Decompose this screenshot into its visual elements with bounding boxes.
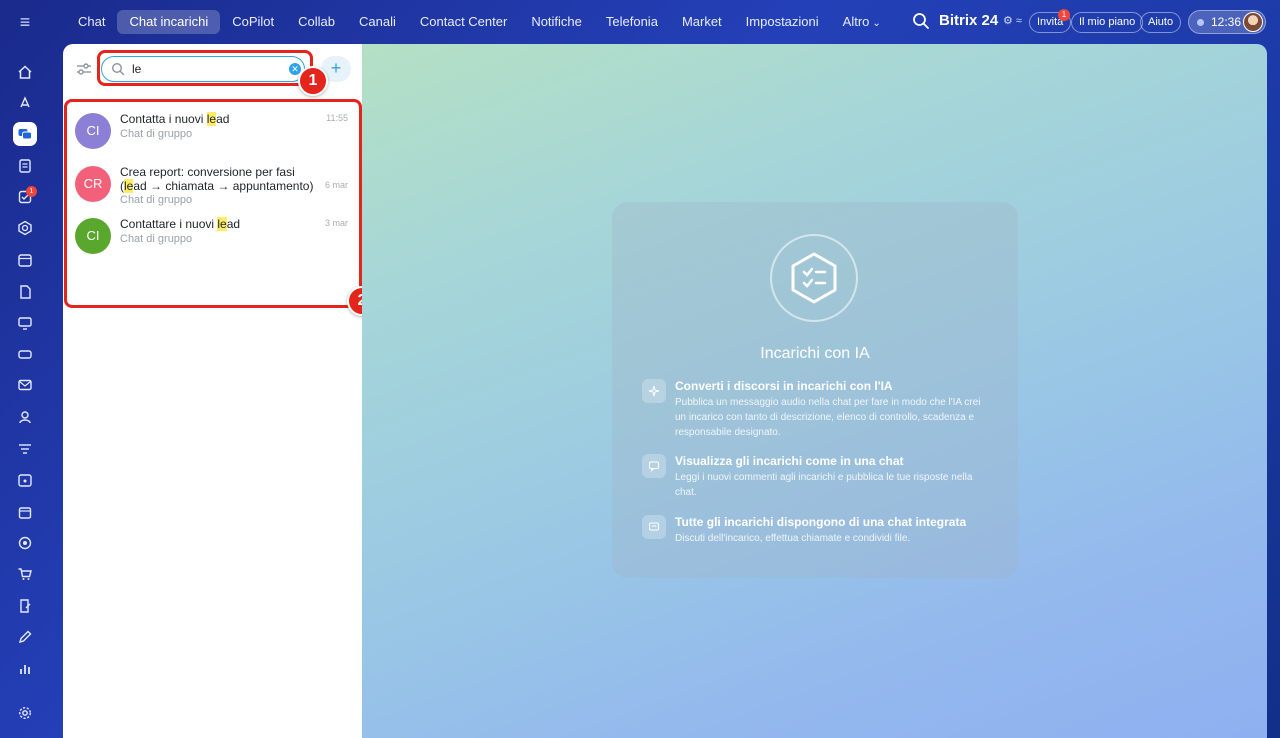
menu-icon[interactable]: ≡ xyxy=(14,12,36,32)
contacts-icon[interactable] xyxy=(13,405,37,429)
search-icon[interactable] xyxy=(912,12,930,30)
filter-sliders-icon[interactable] xyxy=(75,60,93,78)
nav-notifiche[interactable]: Notifiche xyxy=(519,10,594,34)
brand-logo[interactable]: Bitrix 24 xyxy=(939,12,998,29)
clock-widget[interactable]: 12:36 xyxy=(1188,10,1266,34)
clock-status-icon xyxy=(1197,19,1204,26)
main-nav: Chat Chat incarichi CoPilot Collab Canal… xyxy=(66,10,893,34)
target-icon[interactable] xyxy=(13,531,37,555)
chat-icon[interactable] xyxy=(13,122,37,146)
nav-copilot[interactable]: CoPilot xyxy=(220,10,286,34)
my-plan-button[interactable]: Il mio piano xyxy=(1071,12,1144,33)
nav-contact-center[interactable]: Contact Center xyxy=(408,10,519,34)
crm-icon[interactable] xyxy=(13,311,37,335)
task-checklist-icon xyxy=(791,252,837,304)
help-button[interactable]: Aiuto xyxy=(1140,12,1182,33)
document-icon[interactable] xyxy=(13,280,37,304)
ai-tasks-illustration xyxy=(770,234,858,322)
nav-canali[interactable]: Canali xyxy=(347,10,408,34)
filter-icon[interactable] xyxy=(13,437,37,461)
hexagon-icon[interactable] xyxy=(13,216,37,240)
pen-icon[interactable] xyxy=(13,625,37,649)
nav-collab[interactable]: Collab xyxy=(286,10,347,34)
left-sidebar: 1 xyxy=(0,44,50,738)
rocket-icon[interactable] xyxy=(13,91,37,115)
nav-impostazioni[interactable]: Impostazioni xyxy=(734,10,831,34)
analytics-icon[interactable] xyxy=(13,657,37,681)
feature-description: Discuti dell'incarico, effettua chiamate… xyxy=(675,533,911,544)
chevron-down-icon: ⌄ xyxy=(872,18,881,29)
nav-chat[interactable]: Chat xyxy=(66,10,117,34)
ai-tasks-card: Incarichi con IA Converti i discorsi in … xyxy=(612,202,1018,578)
mail-icon[interactable] xyxy=(13,373,37,397)
nav-market[interactable]: Market xyxy=(670,10,734,34)
comment-icon xyxy=(642,515,666,539)
calendar-icon[interactable] xyxy=(13,248,37,272)
feature-title: Visualizza gli incarichi come in una cha… xyxy=(675,454,904,468)
feature-title: Converti i discorsi in incarichi con l'I… xyxy=(675,379,893,393)
nav-more-label: Altro xyxy=(842,14,870,29)
brand-settings-icon[interactable]: ⚙ ≈ xyxy=(1003,14,1022,27)
tasks-badge: 1 xyxy=(26,186,37,197)
annotation-box-search xyxy=(97,50,313,86)
chat-bubble-icon xyxy=(642,454,666,478)
feed-icon[interactable] xyxy=(13,154,37,178)
annotation-marker: 1 xyxy=(298,66,328,96)
sparkle-icon xyxy=(642,379,666,403)
user-avatar[interactable] xyxy=(1243,12,1263,32)
cart-icon[interactable] xyxy=(13,562,37,586)
nav-more[interactable]: Altro ⌄ xyxy=(831,10,893,34)
clock-time: 12:36 xyxy=(1211,15,1242,29)
nav-telefonia[interactable]: Telefonia xyxy=(594,10,670,34)
sign-icon[interactable] xyxy=(13,594,37,618)
card-title: Incarichi con IA xyxy=(760,345,870,362)
feature-description: Pubblica un messaggio audio nella chat p… xyxy=(675,397,981,438)
feature-title: Tutte gli incarichi dispongono di una ch… xyxy=(675,515,967,529)
invite-badge: 1 xyxy=(1058,9,1070,21)
schedule-icon[interactable] xyxy=(13,468,37,492)
top-bar: ≡ Chat Chat incarichi CoPilot Collab Can… xyxy=(0,0,1280,44)
settings-icon[interactable] xyxy=(13,701,37,725)
drive-icon[interactable] xyxy=(13,342,37,366)
feature-description: Leggi i nuovi commenti agli incarichi e … xyxy=(675,472,973,498)
main-content: Incarichi con IA Converti i discorsi in … xyxy=(362,44,1267,738)
store-icon[interactable] xyxy=(13,500,37,524)
home-icon[interactable] xyxy=(13,60,37,84)
nav-chat-incarichi[interactable]: Chat incarichi xyxy=(117,10,221,34)
annotation-box-results xyxy=(64,99,362,308)
